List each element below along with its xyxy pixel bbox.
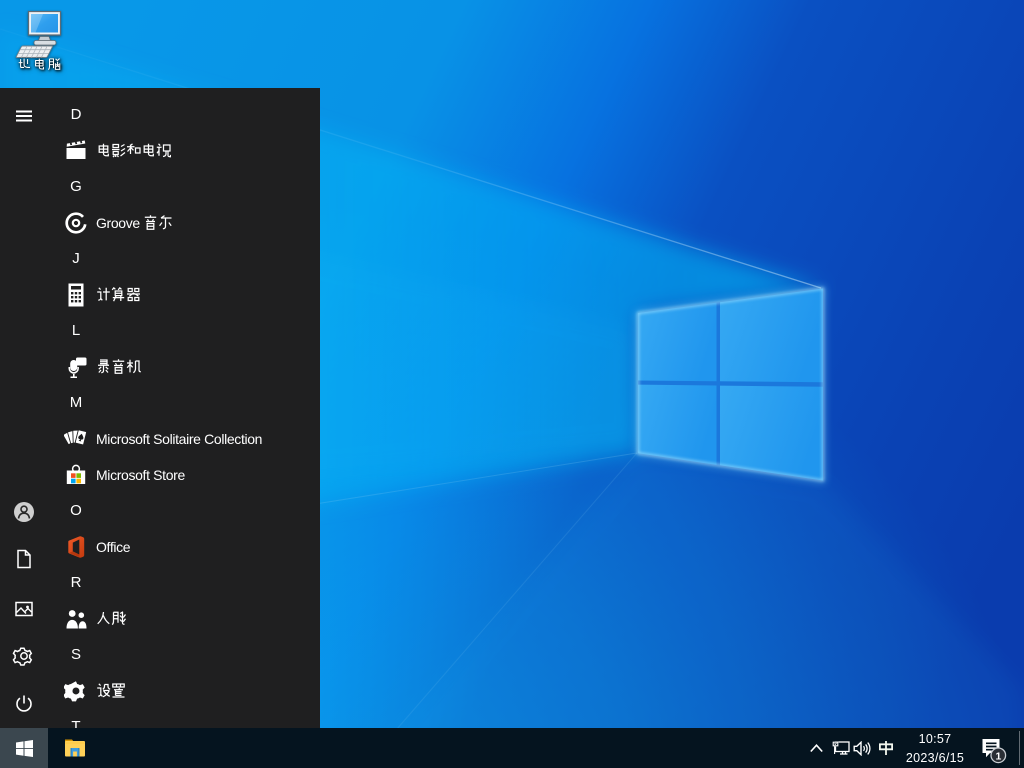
svg-text:1: 1 xyxy=(995,750,1001,762)
